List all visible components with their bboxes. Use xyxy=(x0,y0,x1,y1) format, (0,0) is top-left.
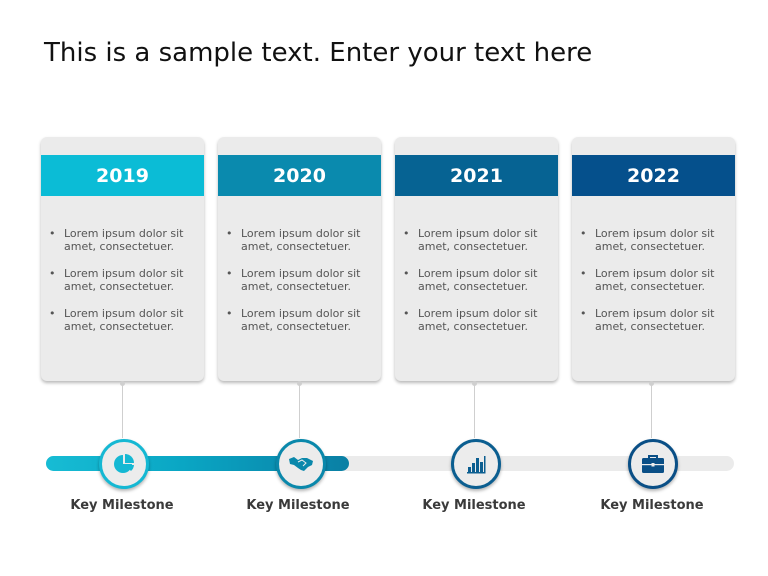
bullet-text: Lorem ipsum dolor sit amet, consectetuer… xyxy=(64,307,184,333)
connector-line xyxy=(299,383,300,438)
year-card-2022: 2022 • Lorem ipsum dolor sit amet, consec… xyxy=(572,137,735,381)
connector-line xyxy=(651,383,652,438)
bullet-icon: • xyxy=(403,307,410,320)
bullet-text: Lorem ipsum dolor sit amet, consectetuer… xyxy=(595,227,715,253)
bullet-text: Lorem ipsum dolor sit amet, consectetuer… xyxy=(241,267,361,293)
bullet-text: Lorem ipsum dolor sit amet, consectetuer… xyxy=(64,267,184,293)
list-item: • Lorem ipsum dolor sit amet, consectetue… xyxy=(403,267,552,293)
list-item: • Lorem ipsum dolor sit amet, consectetue… xyxy=(49,307,198,333)
page-title: This is a sample text. Enter your text h… xyxy=(44,38,593,68)
card-bullet-list: • Lorem ipsum dolor sit amet, consectetue… xyxy=(580,227,729,347)
milestone-label: Key Milestone xyxy=(422,498,526,513)
list-item: • Lorem ipsum dolor sit amet, consectetue… xyxy=(580,227,729,253)
bullet-text: Lorem ipsum dolor sit amet, consectetuer… xyxy=(595,267,715,293)
bullet-text: Lorem ipsum dolor sit amet, consectetuer… xyxy=(64,227,184,253)
bullet-icon: • xyxy=(580,307,587,320)
bar-chart-icon xyxy=(467,456,486,474)
card-header: 2020 xyxy=(218,155,381,196)
card-bullet-list: • Lorem ipsum dolor sit amet, consectetue… xyxy=(403,227,552,347)
list-item: • Lorem ipsum dolor sit amet, consectetue… xyxy=(403,227,552,253)
list-item: • Lorem ipsum dolor sit amet, consectetue… xyxy=(403,307,552,333)
list-item: • Lorem ipsum dolor sit amet, consectetue… xyxy=(580,267,729,293)
list-item: • Lorem ipsum dolor sit amet, consectetue… xyxy=(226,227,375,253)
card-header: 2022 xyxy=(572,155,735,196)
list-item: • Lorem ipsum dolor sit amet, consectetue… xyxy=(226,307,375,333)
bullet-text: Lorem ipsum dolor sit amet, consectetuer… xyxy=(418,307,538,333)
card-bullet-list: • Lorem ipsum dolor sit amet, consectetue… xyxy=(226,227,375,347)
bullet-text: Lorem ipsum dolor sit amet, consectetuer… xyxy=(241,227,361,253)
year-card-2019: 2019 • Lorem ipsum dolor sit amet, consec… xyxy=(41,137,204,381)
bullet-icon: • xyxy=(49,307,56,320)
briefcase-icon xyxy=(642,455,664,473)
bullet-icon: • xyxy=(49,267,56,280)
list-item: • Lorem ipsum dolor sit amet, consectetue… xyxy=(580,307,729,333)
card-header: 2019 xyxy=(41,155,204,196)
milestone-node-4 xyxy=(628,439,678,489)
milestone-node-3 xyxy=(451,439,501,489)
bullet-text: Lorem ipsum dolor sit amet, consectetuer… xyxy=(241,307,361,333)
connector-line xyxy=(474,383,475,438)
bullet-icon: • xyxy=(49,227,56,240)
bullet-icon: • xyxy=(403,267,410,280)
bullet-icon: • xyxy=(226,267,233,280)
milestone-label: Key Milestone xyxy=(600,498,704,513)
year-card-2021: 2021 • Lorem ipsum dolor sit amet, consec… xyxy=(395,137,558,381)
card-header: 2021 xyxy=(395,155,558,196)
pie-chart-icon xyxy=(114,454,134,473)
connector-line xyxy=(122,383,123,438)
list-item: • Lorem ipsum dolor sit amet, consectetue… xyxy=(226,267,375,293)
bullet-icon: • xyxy=(226,307,233,320)
bullet-text: Lorem ipsum dolor sit amet, consectetuer… xyxy=(595,307,715,333)
milestone-label: Key Milestone xyxy=(70,498,174,513)
bullet-icon: • xyxy=(580,267,587,280)
list-item: • Lorem ipsum dolor sit amet, consectetue… xyxy=(49,227,198,253)
bullet-icon: • xyxy=(403,227,410,240)
bullet-icon: • xyxy=(226,227,233,240)
year-card-2020: 2020 • Lorem ipsum dolor sit amet, consec… xyxy=(218,137,381,381)
bullet-icon: • xyxy=(580,227,587,240)
bullet-text: Lorem ipsum dolor sit amet, consectetuer… xyxy=(418,267,538,293)
bullet-text: Lorem ipsum dolor sit amet, consectetuer… xyxy=(418,227,538,253)
milestone-node-1 xyxy=(99,439,149,489)
list-item: • Lorem ipsum dolor sit amet, consectetue… xyxy=(49,267,198,293)
milestone-node-2 xyxy=(276,439,326,489)
card-bullet-list: • Lorem ipsum dolor sit amet, consectetue… xyxy=(49,227,198,347)
handshake-icon xyxy=(289,457,313,471)
milestone-label: Key Milestone xyxy=(246,498,350,513)
